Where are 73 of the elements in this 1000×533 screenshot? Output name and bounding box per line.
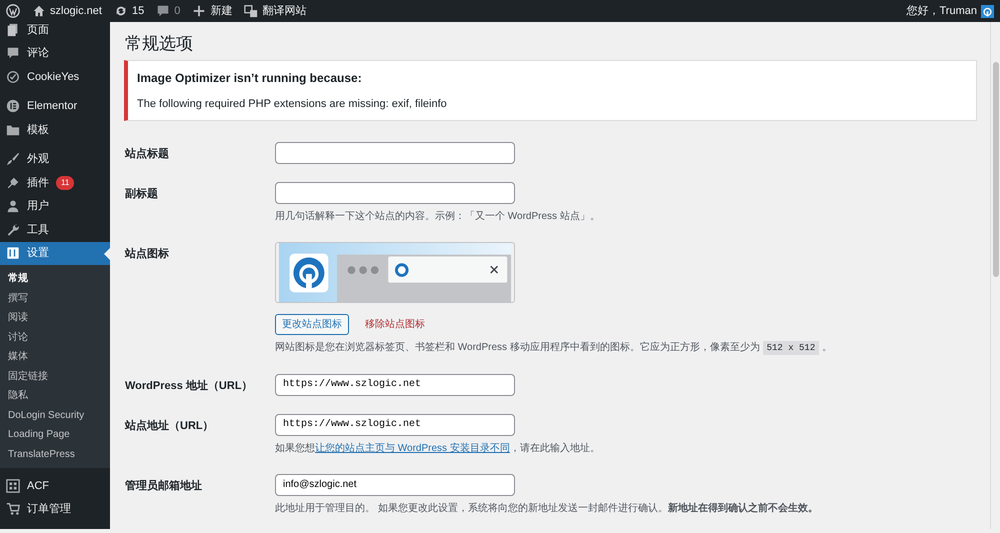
submenu-item[interactable]: 固定链接 [0, 366, 110, 386]
translate-link[interactable]: 翻译网站 [262, 2, 306, 20]
translate-icon[interactable] [244, 4, 258, 18]
notice-message: The following required PHP extensions are missing: exif, fileinfo [137, 96, 448, 112]
sidebar-item[interactable]: Elementor [0, 94, 110, 118]
change-icon-button[interactable]: 更改站点图标 [275, 314, 349, 336]
field-label: 站点标题 [124, 146, 170, 162]
scrollbar[interactable] [990, 22, 1000, 529]
grid-icon [6, 478, 20, 493]
submenu-item[interactable]: 讨论 [0, 328, 110, 347]
remove-icon-link[interactable]: 移除站点图标 [365, 317, 425, 332]
input-field[interactable]: info@szlogic.net [275, 474, 515, 496]
submenu-item[interactable]: TranslatePress [0, 444, 110, 464]
field-description: 此地址用于管理目的。 如果您更改此设置，系统将向您的新地址发送一封邮件进行确认。新地址在得到确认之前不会生效。 [275, 501, 818, 516]
plug-icon [6, 176, 20, 190]
wrench-icon [6, 222, 20, 237]
home-icon[interactable] [32, 4, 46, 18]
update-count-badge: 11 [56, 176, 74, 190]
field-label: 站点图标 [124, 246, 170, 262]
submenu-item[interactable]: 媒体 [0, 347, 110, 366]
submenu-item[interactable]: 隐私 [0, 386, 110, 406]
cart-icon [6, 502, 20, 516]
sidebar-item[interactable]: 外观 [0, 148, 110, 171]
field-label: 管理员邮箱地址 [124, 478, 203, 494]
submenu-item[interactable]: 常规 [0, 269, 110, 288]
field-description: 网站图标是您在浏览器标签页、书签栏和 WordPress 移动应用程序中看到的图标。它应为正方形，像素至少为 [275, 342, 761, 354]
field-label: 副标题 [124, 186, 159, 202]
field-description: 如果您想让您的站点主页与 WordPress 安装目录不同，请在此输入地址。 [275, 442, 600, 456]
folder-icon [6, 122, 20, 137]
inline-link[interactable]: 让您的站点主页与 WordPress 安装目录不同 [315, 442, 510, 454]
sidebar-item[interactable]: 工具 [0, 218, 110, 242]
updates-count[interactable]: 15 [132, 2, 144, 20]
field-label: WordPress 地址（URL） [124, 378, 254, 394]
notice-title: Image Optimizer isn’t running because: [137, 71, 363, 86]
field-description: 用几句话解释一下这个站点的内容。示例：「又一个 WordPress 站点」。 [275, 210, 600, 224]
sidebar-item[interactable]: 评论 [0, 42, 110, 65]
refresh-icon[interactable] [114, 4, 128, 18]
input-field[interactable] [275, 142, 515, 164]
settings-icon [6, 246, 20, 260]
avatar-icon[interactable] [981, 4, 994, 18]
sidebar-item[interactable]: 设置 [0, 242, 110, 265]
sidebar-item[interactable]: CookieYes [0, 65, 110, 88]
input-field[interactable]: https://www.szlogic.net [275, 374, 515, 396]
user-icon [6, 199, 20, 214]
page-title: 常规选项 [125, 34, 194, 54]
code-snippet: 512 x 512 [762, 341, 820, 356]
elementor-icon [6, 99, 20, 114]
sidebar-item[interactable]: 订单管理 [0, 498, 110, 521]
input-field[interactable]: https://www.szlogic.net [275, 414, 515, 436]
input-field[interactable] [275, 182, 515, 204]
brush-icon [6, 152, 20, 166]
sidebar-item[interactable]: 页面 [0, 18, 110, 42]
cookie-icon [6, 70, 20, 84]
submenu-item[interactable]: Loading Page [0, 425, 110, 444]
sidebar-item[interactable]: 用户 [0, 194, 110, 218]
sidebar-item[interactable]: 插件 11 [0, 171, 110, 194]
site-name-link[interactable]: szlogic.net [50, 2, 102, 20]
submenu-item[interactable]: 阅读 [0, 308, 110, 328]
submenu-item[interactable]: DoLogin Security [0, 406, 110, 425]
field-description: 。 [820, 342, 832, 354]
field-label: 站点地址（URL） [124, 418, 215, 434]
new-link[interactable]: 新建 [210, 2, 232, 20]
submenu-item[interactable]: 撰写 [0, 288, 110, 308]
comments-count[interactable]: 0 [174, 2, 180, 20]
scrollbar-thumb[interactable] [993, 62, 999, 277]
plus-icon[interactable] [192, 4, 206, 18]
sidebar-item[interactable]: 模板 [0, 118, 110, 142]
wordpress-logo-icon[interactable] [6, 4, 20, 18]
comment-icon [6, 46, 20, 60]
comment-icon[interactable] [156, 4, 170, 18]
pages-icon [6, 22, 20, 37]
sidebar-item[interactable]: ACF [0, 474, 110, 498]
greeting-text[interactable]: 您好，Truman [906, 2, 977, 20]
